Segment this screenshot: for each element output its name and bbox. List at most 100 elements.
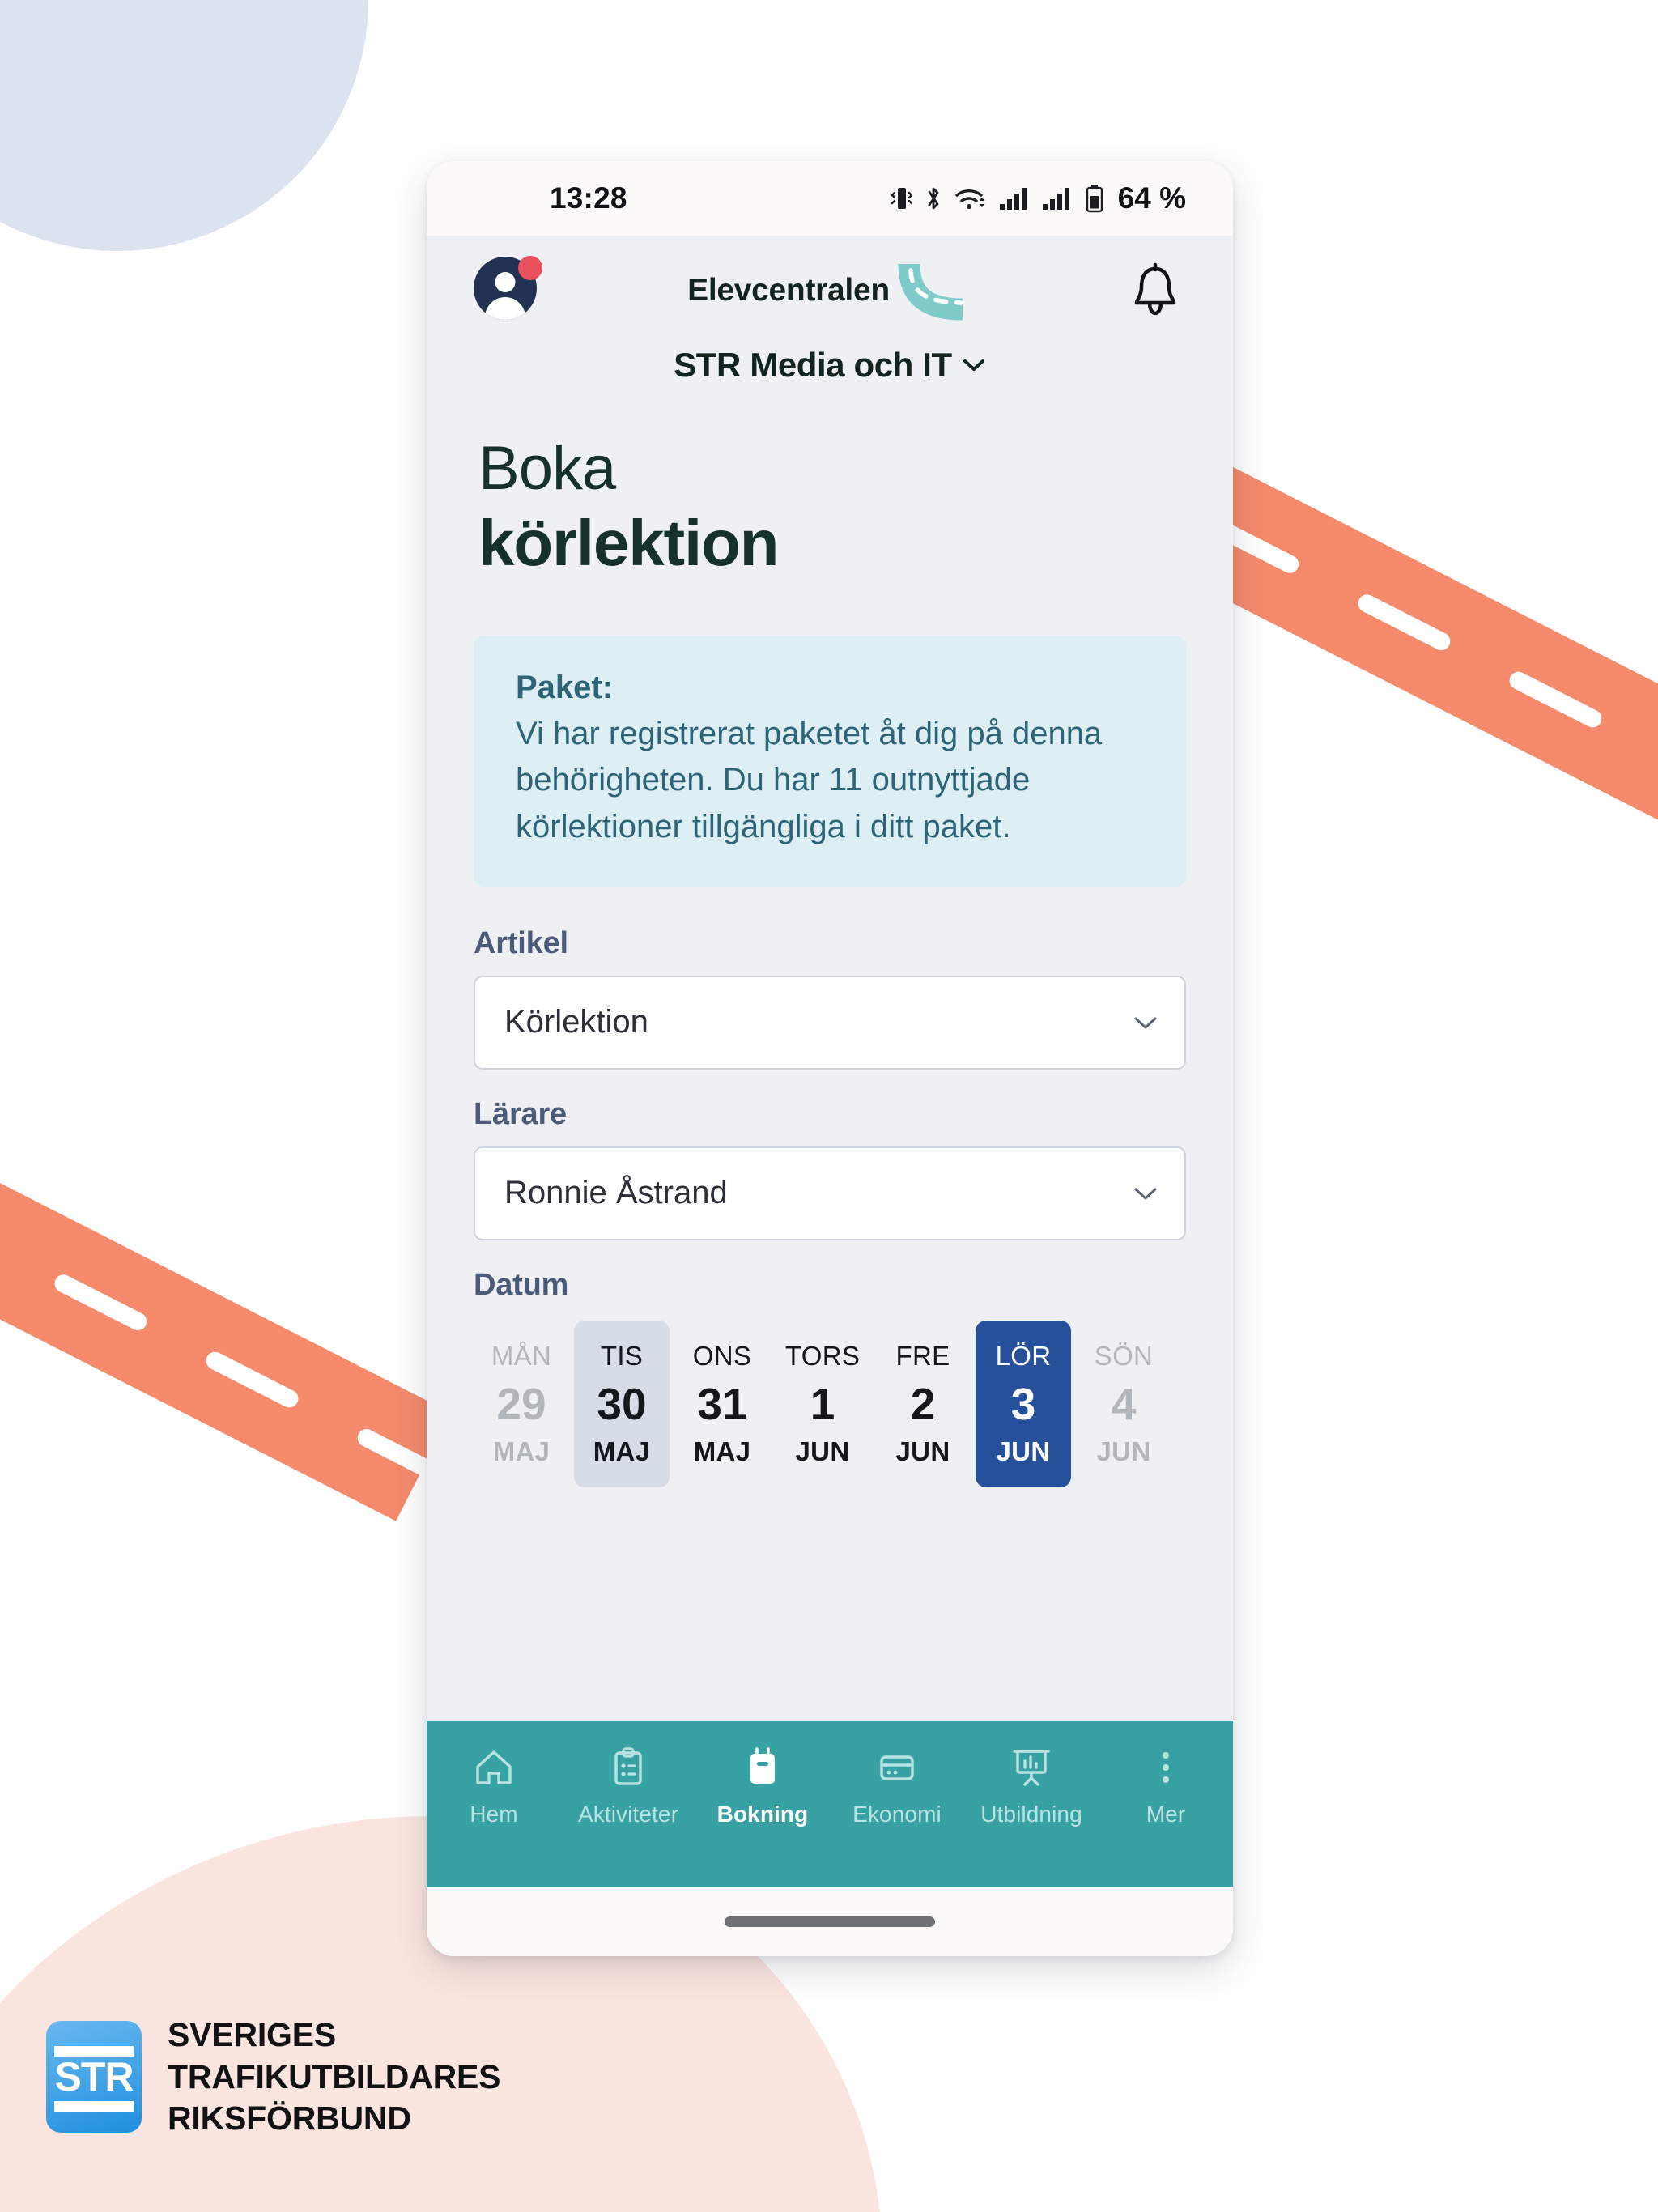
date-month: JUN (795, 1436, 850, 1467)
battery-percent: 64 % (1117, 181, 1186, 215)
curved-road-icon (898, 263, 963, 321)
teacher-select[interactable]: Ronnie Åstrand (474, 1146, 1186, 1240)
str-bar-bottom (54, 2101, 134, 2112)
date-number: 30 (597, 1379, 647, 1430)
notification-dot (518, 256, 542, 280)
teacher-value: Ronnie Åstrand (504, 1175, 728, 1211)
date-cell[interactable]: ONS 31 MAJ (674, 1321, 770, 1487)
nav-item-hem[interactable]: Hem (427, 1745, 561, 1827)
nav-label: Mer (1146, 1802, 1186, 1827)
brand: Elevcentralen (687, 259, 972, 322)
road-dash (51, 1271, 151, 1334)
home-indicator[interactable] (725, 1916, 935, 1927)
nav-item-utbildning[interactable]: Utbildning (964, 1745, 1099, 1827)
date-number: 31 (697, 1379, 747, 1430)
nav-item-mer[interactable]: Mer (1099, 1745, 1233, 1827)
date-month: MAJ (693, 1436, 751, 1467)
date-cell[interactable]: TIS 30 MAJ (574, 1320, 670, 1487)
chevron-down-icon (1134, 1017, 1157, 1029)
str-wordmark: SVERIGES TRAFIKUTBILDARES RIKSFÖRBUND (168, 2016, 501, 2138)
date-number: 29 (496, 1379, 546, 1430)
signal-icon (1042, 188, 1069, 210)
nav-label: Bokning (716, 1802, 809, 1827)
package-info-title: Paket: (516, 670, 614, 706)
avatar[interactable] (474, 256, 542, 325)
date-number: 4 (1111, 1379, 1137, 1430)
brand-name: Elevcentralen (687, 273, 890, 308)
article-value: Körlektion (504, 1004, 648, 1040)
date-weekday: LÖR (995, 1340, 1052, 1371)
organization-name: STR Media och IT (674, 346, 952, 384)
date-weekday: SÖN (1094, 1340, 1154, 1371)
page-title-line2: körlektion (478, 506, 780, 579)
nav-label: Utbildning (980, 1802, 1082, 1827)
notification-bell-button[interactable] (1118, 262, 1181, 319)
date-month: JUN (895, 1436, 950, 1467)
article-label: Artikel (474, 925, 568, 960)
str-bar-top (54, 2046, 134, 2057)
nav-label: Ekonomi (852, 1802, 942, 1827)
decorative-road-lower (0, 1134, 453, 1521)
bluetooth-icon (928, 187, 939, 210)
date-number: 3 (1010, 1379, 1036, 1430)
package-info-box: Paket: Vi har registrerat paketet åt dig… (474, 636, 1186, 887)
wifi-icon (954, 189, 985, 209)
date-selector[interactable]: MÅN 29 MAJ TIS 30 MAJ ONS 31 MAJ TORS 1 JUN FRE 2 JUN L… (474, 1320, 1186, 1492)
nav-item-ekonomi[interactable]: Ekonomi (830, 1745, 964, 1827)
organization-selector[interactable]: STR Media och IT (427, 346, 1233, 385)
booking-form: Artikel Körlektion Lärare Ronnie Åstrand… (427, 887, 1233, 1492)
date-cell[interactable]: MÅN 29 MAJ (474, 1321, 569, 1487)
date-weekday: ONS (692, 1340, 752, 1371)
date-weekday: TORS (784, 1340, 861, 1371)
date-weekday: TIS (600, 1340, 644, 1371)
date-month: JUN (996, 1436, 1051, 1467)
nav-item-aktiviteter[interactable]: Aktiviteter (561, 1745, 695, 1827)
date-cell[interactable]: LÖR 3 JUN (976, 1320, 1071, 1487)
road-dash (1354, 591, 1454, 653)
date-cell[interactable]: FRE 2 JUN (875, 1321, 971, 1487)
date-label: Datum (474, 1267, 569, 1302)
bell-icon (1134, 262, 1176, 316)
date-number: 1 (810, 1379, 835, 1430)
str-footer-logo: STR SVERIGES TRAFIKUTBILDARES RIKSFÖRBUN… (46, 2016, 501, 2138)
chevron-down-icon (963, 359, 984, 371)
str-wordmark-line3: RIKSFÖRBUND (168, 2099, 411, 2138)
decorative-circle-top-left (0, 0, 368, 251)
vibrate-icon (891, 188, 912, 209)
home-icon (473, 1745, 515, 1790)
road-dash (202, 1348, 302, 1411)
date-month: MAJ (593, 1436, 651, 1467)
date-number: 2 (910, 1379, 936, 1430)
battery-icon (1086, 185, 1103, 213)
date-cell[interactable]: SÖN 4 JUN (1076, 1321, 1171, 1487)
date-month: JUN (1096, 1436, 1151, 1467)
signal-icon (999, 188, 1027, 210)
road-dash (1506, 668, 1605, 731)
date-month: MAJ (492, 1436, 551, 1467)
status-bar: 13:28 64 % (427, 161, 1233, 236)
package-info-text: Vi har registrerat paketet åt dig på den… (516, 716, 1103, 844)
date-weekday: MÅN (491, 1340, 552, 1371)
str-mark-text: STR (54, 2054, 134, 2100)
more-vertical-icon (1145, 1745, 1187, 1790)
article-select[interactable]: Körlektion (474, 975, 1186, 1070)
str-wordmark-line2: TRAFIKUTBILDARES (168, 2057, 501, 2095)
date-weekday: FRE (895, 1340, 950, 1371)
nav-label: Hem (470, 1802, 518, 1827)
clipboard-icon (607, 1745, 649, 1790)
chevron-down-icon (1134, 1188, 1157, 1200)
date-cell[interactable]: TORS 1 JUN (775, 1321, 870, 1487)
nav-item-bokning[interactable]: Bokning (695, 1745, 830, 1827)
header-row: Elevcentralen (427, 256, 1233, 325)
calendar-icon (742, 1745, 784, 1790)
home-indicator-area (427, 1887, 1233, 1956)
page-title-line1: Boka (478, 434, 616, 503)
status-icons: 64 % (891, 181, 1186, 215)
str-wordmark-line1: SVERIGES (168, 2016, 337, 2053)
app-header: Elevcentralen STR Media och IT (427, 236, 1233, 391)
str-logo-mark: STR (46, 2021, 142, 2133)
page-root: 13:28 64 % Elevcentralen STR Media och I… (0, 0, 1658, 2212)
bottom-navigation: Hem Aktiviteter Bokning Ekonomi Utbildning Me… (427, 1721, 1233, 1887)
app-body: Elevcentralen STR Media och IT Boka körl… (427, 236, 1233, 1887)
presentation-icon (1010, 1745, 1052, 1790)
